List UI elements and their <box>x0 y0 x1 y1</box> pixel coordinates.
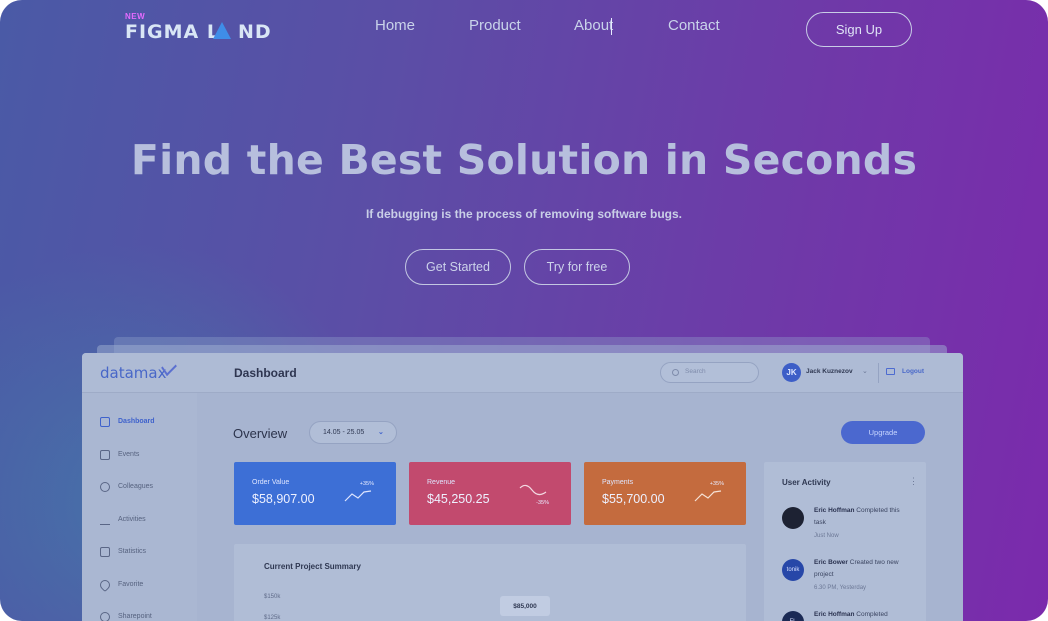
sidebar-item-label: Statistics <box>118 548 147 555</box>
upgrade-button[interactable]: Upgrade <box>841 421 925 444</box>
activity-avatar: tonik <box>782 559 804 581</box>
bar-chart-icon <box>100 547 110 557</box>
dashboard-icon <box>100 417 110 427</box>
stat-card-revenue[interactable]: Revenue $45,250.25 -35% <box>409 462 571 525</box>
dashboard-search-input[interactable]: Search <box>660 362 759 383</box>
sidebar-item-sharepoint[interactable]: Sharepoint <box>100 611 190 621</box>
user-icon <box>100 482 110 492</box>
get-started-button[interactable]: Get Started <box>405 249 511 285</box>
pulse-icon <box>100 515 110 525</box>
stat-card-value: $45,250.25 <box>427 492 490 506</box>
trend-sparkline-icon <box>694 490 722 502</box>
nav-link-contact[interactable]: Contact <box>668 17 720 34</box>
datamax-logo[interactable]: datamax <box>100 364 166 382</box>
stat-card-value: $58,907.00 <box>252 492 315 506</box>
stat-card-title: Payments <box>602 479 634 486</box>
activity-time: Just Now <box>814 533 839 539</box>
sidebar-item-label: Colleagues <box>118 483 154 490</box>
trend-sparkline-icon <box>519 484 547 496</box>
user-activity-panel: User Activity ⋮ Eric Hoffman Completed t… <box>764 462 926 621</box>
sidebar-item-activities[interactable]: Activities <box>100 514 190 528</box>
sidebar-item-dashboard[interactable]: Dashboard <box>100 416 190 430</box>
search-icon <box>672 369 679 376</box>
stat-card-change: +35% <box>709 481 724 487</box>
activity-text: Eric Hoffman Completed this task <box>814 507 900 526</box>
y-axis-tick: $125k <box>264 615 281 621</box>
stat-card-change: -35% <box>536 500 549 506</box>
activity-avatar <box>782 507 804 529</box>
hero-title: Find the Best Solution in Seconds <box>130 136 918 184</box>
stat-card-value: $55,700.00 <box>602 492 665 506</box>
landing-page: NEW FIGMA L ND Home Product About Contact… <box>0 0 1048 621</box>
y-axis-tick: $150k <box>264 594 281 600</box>
activity-avatar: FL <box>782 611 804 621</box>
hero-subtitle: If debugging is the process of removing … <box>365 207 683 221</box>
sidebar-item-favorite[interactable]: Favorite <box>97 577 190 593</box>
stat-card-order-value[interactable]: Order Value $58,907.00 +35% <box>234 462 396 525</box>
sidebar-item-label: Events <box>118 451 140 458</box>
logo-badge: NEW <box>125 12 146 21</box>
logout-icon[interactable] <box>886 368 895 375</box>
activity-text: Eric Bower Created two new project <box>814 559 899 578</box>
sidebar-item-label: Favorite <box>118 581 144 588</box>
user-name[interactable]: Jack Kuznezov <box>806 368 853 375</box>
chevron-down-icon: ⌄ <box>378 429 384 436</box>
stat-card-title: Revenue <box>427 479 456 486</box>
overview-title: Overview <box>233 426 288 441</box>
trend-sparkline-icon <box>344 490 372 502</box>
stat-card-title: Order Value <box>252 479 290 486</box>
dashboard-preview: datamax Dashboard Search JK Jack Kuznezo… <box>82 353 963 621</box>
stat-card-payments[interactable]: Payments $55,700.00 +35% <box>584 462 746 525</box>
logo-text: FIGMA L ND <box>125 21 272 43</box>
date-range-select[interactable]: 14.05 - 25.05 ⌄ <box>309 421 397 444</box>
user-avatar[interactable]: JK <box>782 363 801 382</box>
nav-link-product[interactable]: Product <box>469 17 521 34</box>
search-placeholder: Search <box>685 368 706 375</box>
date-range-value: 14.05 - 25.05 <box>323 429 365 436</box>
sidebar-item-label: Activities <box>118 516 146 523</box>
user-activity-title: User Activity <box>782 478 831 487</box>
chevron-down-icon[interactable]: ⌄ <box>862 367 868 375</box>
project-summary-title: Current Project Summary <box>264 562 361 571</box>
chart-tooltip: $85,000 <box>500 596 550 616</box>
try-for-free-button[interactable]: Try for free <box>524 249 630 285</box>
topbar-divider <box>878 363 879 383</box>
stat-card-change: +35% <box>359 481 374 487</box>
project-summary-panel: Current Project Summary $150k $125k $85,… <box>234 544 746 621</box>
sidebar-item-events[interactable]: Events <box>100 449 190 463</box>
nav-link-about[interactable]: About <box>574 17 613 34</box>
sidebar-item-label: Dashboard <box>118 418 155 425</box>
activity-text: Eric Hoffman Completed <box>814 611 888 618</box>
sidebar-item-colleagues[interactable]: Colleagues <box>100 481 190 495</box>
activity-time: 6.30 PM, Yesterday <box>814 585 867 591</box>
text-cursor <box>611 18 612 35</box>
sidebar-item-label: Sharepoint <box>118 613 152 620</box>
sign-up-button[interactable]: Sign Up <box>806 12 912 47</box>
sidebar-item-statistics[interactable]: Statistics <box>100 546 190 560</box>
heart-icon <box>97 577 113 593</box>
figma-land-logo[interactable]: NEW FIGMA L ND <box>125 12 285 43</box>
nav-link-home[interactable]: Home <box>375 17 415 34</box>
logo-triangle-icon <box>213 22 231 39</box>
logout-link[interactable]: Logout <box>902 368 924 375</box>
calendar-icon <box>100 450 110 460</box>
dashboard-title: Dashboard <box>234 366 297 380</box>
share-icon <box>100 612 110 621</box>
more-vertical-icon[interactable]: ⋮ <box>909 476 918 487</box>
